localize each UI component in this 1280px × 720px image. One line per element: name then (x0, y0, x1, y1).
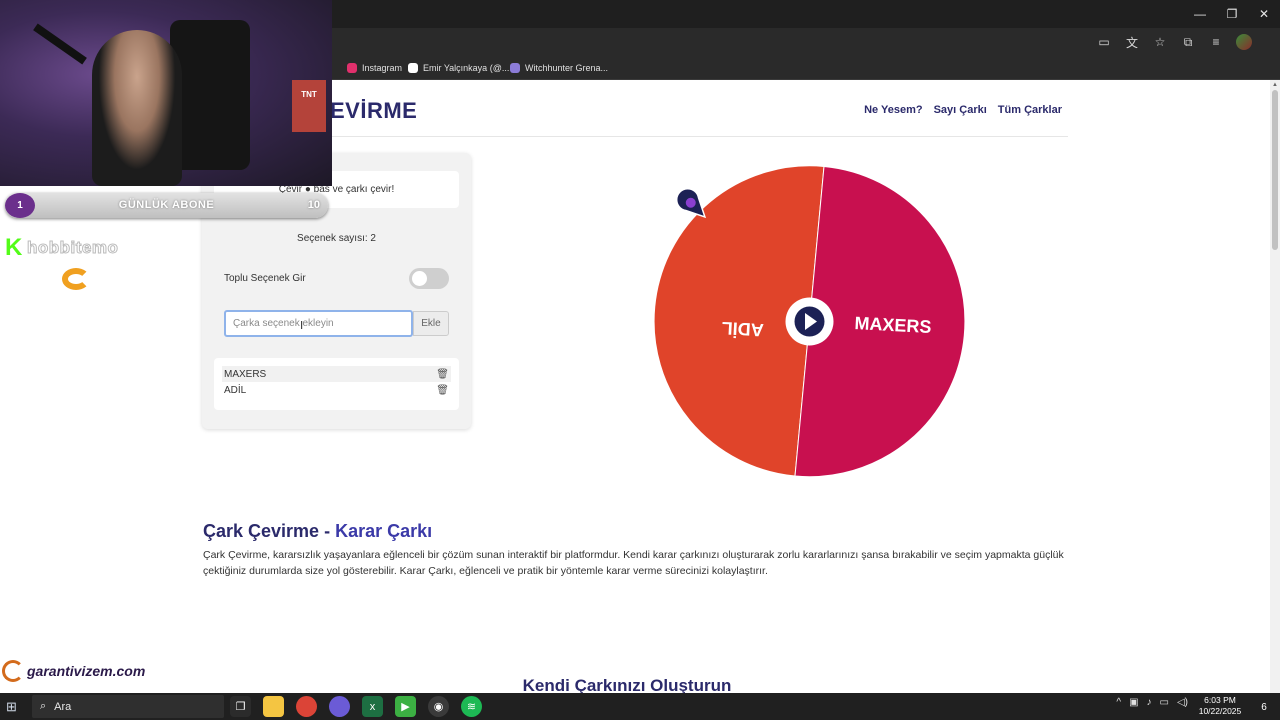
spinner-logo-icon (62, 268, 90, 290)
extensions-icon[interactable]: ⧉ (1180, 34, 1196, 50)
taskbar-search[interactable]: ⌕ Ara (32, 695, 224, 718)
nav-link-ne-yesem[interactable]: Ne Yesem? (864, 104, 923, 116)
restore-button[interactable]: ❐ (1216, 0, 1248, 28)
volume-icon[interactable]: ◁) (1177, 697, 1188, 708)
bookmark-instagram[interactable]: Instagram (347, 60, 402, 76)
tray-app-icon[interactable]: ▣ (1129, 697, 1138, 708)
streamer-figure (92, 30, 182, 186)
sub-goal-target: 10 (307, 199, 320, 211)
close-button[interactable]: ✕ (1248, 0, 1280, 28)
sponsor-brand: garantivizem.com (2, 660, 145, 682)
tnt-text: TNT (301, 90, 317, 99)
obs-icon[interactable]: ◉ (428, 696, 449, 717)
site-nav: Ne Yesem? Sayı Çarkı Tüm Çarklar (864, 104, 1062, 116)
text-cursor-icon: I (300, 319, 304, 332)
add-option-button[interactable]: Ekle (413, 311, 449, 336)
webcam-overlay: TNT (0, 0, 332, 186)
list-item: MAXERS 🗑 (222, 366, 451, 382)
x-icon (408, 63, 418, 73)
bookmark-witchhunter[interactable]: Witchhunter Grena... (510, 60, 608, 76)
bulk-entry-label: Toplu Seçenek Gir (224, 273, 306, 284)
star-icon[interactable]: ☆ (1152, 34, 1168, 50)
option-label: ADİL (224, 384, 247, 396)
chrome-icon[interactable] (296, 696, 317, 717)
brand-logo-icon (2, 660, 24, 682)
bookmark-label: Emir Yalçınkaya (@... (423, 63, 510, 73)
minimize-button[interactable]: — (1184, 0, 1216, 28)
screen-cast-icon[interactable]: ▭ (1096, 34, 1112, 50)
list-item: ADİL 🗑 (224, 382, 449, 398)
media-icon[interactable]: ≡ (1208, 34, 1224, 50)
brand-text: garantivizem.com (27, 663, 146, 679)
option-input[interactable] (224, 310, 413, 337)
notification-icon[interactable]: 6 (1256, 699, 1272, 715)
search-placeholder: Ara (54, 700, 72, 713)
task-view-icon[interactable]: ❐ (230, 696, 251, 717)
heading-main: Çark Çevirme - (203, 521, 336, 541)
shield-icon (510, 63, 520, 73)
heading-accent: Karar Çarkı (335, 521, 433, 541)
bookmark-label: Instagram (362, 63, 403, 73)
system-tray: ^ ▣ ♪ ▭ ◁) (1116, 697, 1188, 708)
search-icon: ⌕ (40, 700, 47, 712)
clock-time: 6:03 PM (1204, 695, 1236, 705)
nav-link-tum-carklar[interactable]: Tüm Çarklar (998, 104, 1062, 116)
network-icon[interactable]: ▭ (1160, 697, 1169, 708)
trash-icon[interactable]: 🗑 (436, 369, 449, 380)
chevron-up-icon[interactable]: ^ (1116, 697, 1121, 708)
microphone-arm (33, 23, 87, 65)
launcher-icon[interactable]: ▶ (395, 696, 416, 717)
site-logo[interactable]: EVİRME (330, 98, 417, 124)
section-heading: Çark Çevirme - Karar Çarkı (203, 521, 432, 542)
kick-username: hobbitemo (26, 238, 119, 258)
kick-icon: K (5, 234, 23, 261)
microphone-icon[interactable]: ♪ (1147, 697, 1152, 708)
tnt-lamp: TNT (292, 80, 326, 132)
bookmark-label: Witchhunter Grena... (525, 63, 609, 73)
taskbar-clock[interactable]: 6:03 PM 10/22/2025 (1197, 695, 1243, 717)
trash-icon[interactable]: 🗑 (436, 385, 449, 396)
taskbar-apps: ❐ x ▶ ◉ ≋ (230, 696, 482, 717)
messenger-icon[interactable] (329, 696, 350, 717)
spin-wheel[interactable]: MAXERS ADİL (653, 165, 966, 478)
excel-icon[interactable]: x (362, 696, 383, 717)
toolbar-icons: ▭ 文 ☆ ⧉ ≡ (1096, 34, 1252, 50)
windows-taskbar: ⊞ ⌕ Ara ❐ x ▶ ◉ ≋ ^ ▣ ♪ ▭ ◁) 6:03 PM 10/… (0, 693, 1280, 720)
option-label: MAXERS (224, 368, 267, 380)
wheel-graphic: MAXERS ADİL (653, 165, 966, 478)
option-count: Seçenek sayısı: 2 (297, 233, 376, 244)
page-scrollbar[interactable]: ▲ (1270, 80, 1280, 693)
scroll-up-icon[interactable]: ▲ (1272, 82, 1278, 88)
translate-icon[interactable]: 文 (1124, 34, 1140, 50)
option-list: MAXERS 🗑 ADİL 🗑 (214, 358, 459, 410)
section-description: Çark Çevirme, kararsızlık yaşayanlara eğ… (203, 549, 1064, 577)
profile-avatar[interactable] (1236, 34, 1252, 50)
nav-link-sayi-carki[interactable]: Sayı Çarkı (934, 104, 987, 116)
scrollbar-thumb[interactable] (1272, 90, 1278, 250)
clock-date: 10/22/2025 (1198, 706, 1242, 716)
spotify-icon[interactable]: ≋ (461, 696, 482, 717)
wheel-label-maxers: MAXERS (854, 313, 932, 337)
file-explorer-icon[interactable] (263, 696, 284, 717)
daily-sub-goal-bar: 1 GÜNLÜK ABONE 10 (5, 193, 328, 218)
wheel-label-adil: ADİL (721, 318, 764, 340)
windows-start-icon[interactable]: ⊞ (6, 699, 21, 714)
instagram-icon (347, 63, 357, 73)
window-controls: — ❐ ✕ (1184, 0, 1280, 28)
bookmark-x-profile[interactable]: Emir Yalçınkaya (@... (408, 60, 509, 76)
sub-goal-label: GÜNLÜK ABONE (118, 199, 215, 211)
gaming-chair (170, 20, 250, 170)
header-divider (330, 136, 1068, 137)
kick-handle: K hobbitemo (5, 235, 118, 261)
bulk-entry-toggle[interactable] (409, 268, 449, 289)
second-heading: Kendi Çarkınızı Oluşturun (522, 676, 732, 693)
